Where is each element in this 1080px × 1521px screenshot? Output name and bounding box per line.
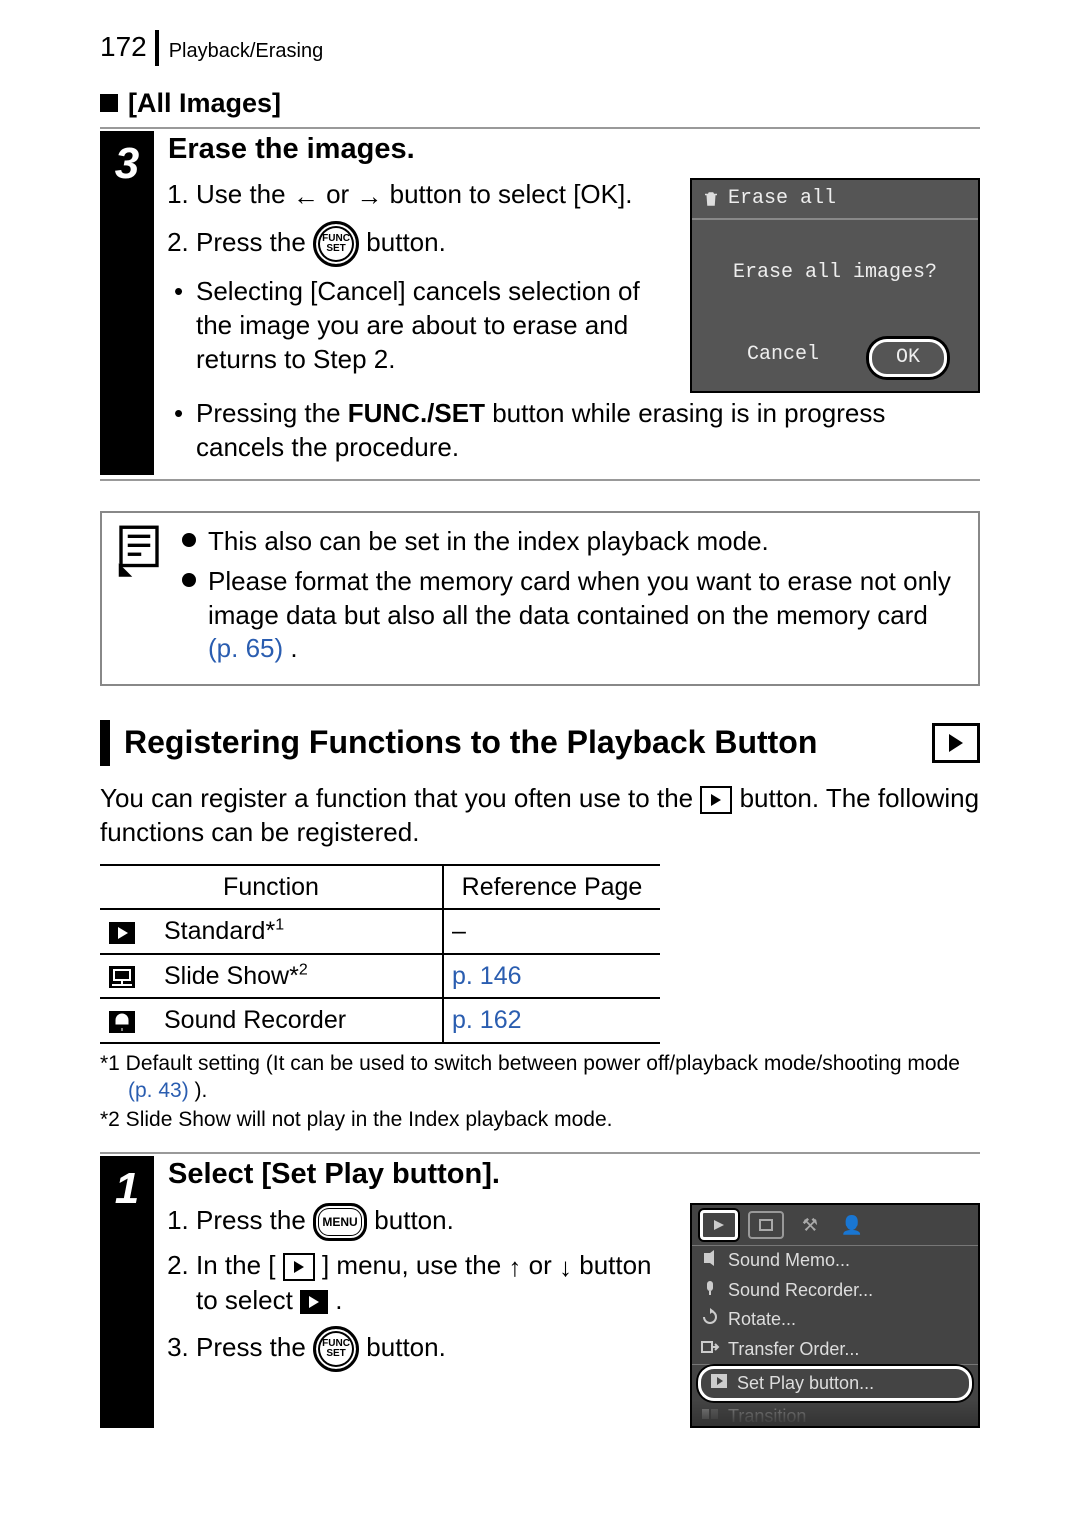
func-set-button-icon: FUNCSET [313, 1326, 359, 1372]
link-p43[interactable]: (p. 43) [128, 1079, 189, 1102]
step1-item-3: Press the FUNCSET button. [196, 1326, 670, 1372]
row1-icon [100, 909, 156, 954]
footnotes: *1 Default setting (It can be used to sw… [100, 1050, 980, 1134]
heading-accent [100, 720, 110, 766]
note-item-1: This also can be set in the index playba… [182, 525, 964, 559]
arrow-down-icon [559, 1251, 572, 1285]
lcd-message: Erase all images? [692, 260, 978, 286]
link-p162[interactable]: p. 162 [443, 998, 660, 1043]
arrow-right-icon [356, 180, 382, 214]
th-function: Function [100, 865, 443, 910]
lcd-title: Erase all [728, 186, 836, 212]
footnote-1: *1 Default setting (It can be used to sw… [100, 1050, 980, 1105]
step3-bullets: Selecting [Cancel] cancels selection of … [168, 275, 670, 376]
functions-table: Function Reference Page Standard*1 – Sli… [100, 864, 660, 1044]
link-p146[interactable]: p. 146 [443, 954, 660, 999]
heading-text: Registering Functions to the Playback Bu… [124, 722, 932, 764]
step3-item-2: Press the FUNCSET button. [196, 221, 670, 267]
lcd-erase-all: Erase all Erase all images? Cancel OK [690, 178, 980, 393]
tab-playback-icon[interactable] [700, 1210, 738, 1240]
playback-button-icon [700, 786, 732, 814]
step3-bullet-2: Pressing the FUNC./SET button while eras… [196, 397, 980, 465]
lcd-ok-button[interactable]: OK [869, 339, 947, 377]
sub-heading-text: [All Images] [128, 86, 281, 121]
step3-ordered-list: Use the or button to select [OK]. Press … [168, 178, 670, 267]
step-3-block: 3 Erase the images. Use the or button to… [100, 131, 980, 475]
step3-bullet-1: Selecting [Cancel] cancels selection of … [196, 275, 670, 376]
step1-item-1: Press the MENU button. [196, 1203, 670, 1241]
table-header-row: Function Reference Page [100, 865, 660, 910]
trash-icon [702, 190, 720, 208]
lcd-playback-menu: ⚒ 👤 Sound Memo... Sound Recorder... Rota… [690, 1203, 980, 1428]
sub-heading-all-images: [All Images] [100, 86, 980, 121]
menu-button-icon: MENU [313, 1203, 367, 1241]
menu-item-set-play-button[interactable]: Set Play button... [698, 1366, 972, 1401]
menu-item-rotate[interactable]: Rotate... [692, 1305, 978, 1334]
arrow-up-icon [508, 1251, 521, 1285]
divider [100, 1152, 980, 1154]
note-box: This also can be set in the index playba… [100, 511, 980, 686]
play-filled-icon [300, 1290, 328, 1314]
lcd-tabs: ⚒ 👤 [692, 1205, 978, 1246]
section-path: Playback/Erasing [159, 38, 324, 66]
link-p65[interactable]: (p. 65) [208, 633, 283, 663]
menu-item-sound-recorder[interactable]: Sound Recorder... [692, 1276, 978, 1305]
th-reference: Reference Page [443, 865, 660, 910]
heading-registering-functions: Registering Functions to the Playback Bu… [100, 720, 980, 766]
row1-ref: – [443, 909, 660, 954]
row3-name: Sound Recorder [156, 998, 443, 1043]
menu-item-sound-memo[interactable]: Sound Memo... [692, 1246, 978, 1275]
row3-icon [100, 998, 156, 1043]
row2-icon [100, 954, 156, 999]
intro-paragraph: You can register a function that you oft… [100, 782, 980, 850]
page-header: 172 Playback/Erasing [100, 30, 980, 66]
func-set-button-icon: FUNCSET [313, 221, 359, 267]
row2-name: Slide Show*2 [156, 954, 443, 999]
note-item-2: Please format the memory card when you w… [182, 565, 964, 666]
divider [100, 127, 980, 129]
menu-item-transfer-order[interactable]: Transfer Order... [692, 1335, 978, 1365]
tab-print-icon[interactable] [748, 1211, 784, 1239]
step-title: Select [Set Play button]. [168, 1156, 980, 1194]
step-title: Erase the images. [168, 131, 980, 169]
table-row: Standard*1 – [100, 909, 660, 954]
divider [100, 479, 980, 481]
step3-item-1: Use the or button to select [OK]. [196, 178, 670, 213]
playback-mode-icon [932, 723, 980, 763]
playback-menu-icon [283, 1253, 315, 1281]
page-number: 172 [100, 30, 159, 66]
table-row: Slide Show*2 p. 146 [100, 954, 660, 999]
tab-tools-icon[interactable]: ⚒ [794, 1213, 826, 1237]
note-list: This also can be set in the index playba… [182, 525, 964, 672]
arrow-left-icon [293, 180, 319, 214]
lcd-cancel-button[interactable]: Cancel [723, 339, 843, 377]
step-number: 1 [100, 1156, 154, 1429]
step-1-block: 1 Select [Set Play button]. Press the ME… [100, 1156, 980, 1429]
step3-bullets-cont: Pressing the FUNC./SET button while eras… [168, 397, 980, 465]
lcd-fade [692, 1400, 978, 1426]
square-bullet-icon [100, 94, 118, 112]
step1-item-2: In the [ ] menu, use the or button to se… [196, 1249, 670, 1318]
table-row: Sound Recorder p. 162 [100, 998, 660, 1043]
step1-ordered-list: Press the MENU button. In the [ ] menu, … [168, 1203, 670, 1372]
step-number: 3 [100, 131, 154, 475]
manual-page: 172 Playback/Erasing [All Images] 3 Eras… [0, 0, 1080, 1521]
tab-mycamera-icon[interactable]: 👤 [836, 1213, 868, 1237]
row1-name: Standard*1 [156, 909, 443, 954]
note-icon [116, 525, 164, 672]
footnote-2: *2 Slide Show will not play in the Index… [100, 1106, 980, 1133]
